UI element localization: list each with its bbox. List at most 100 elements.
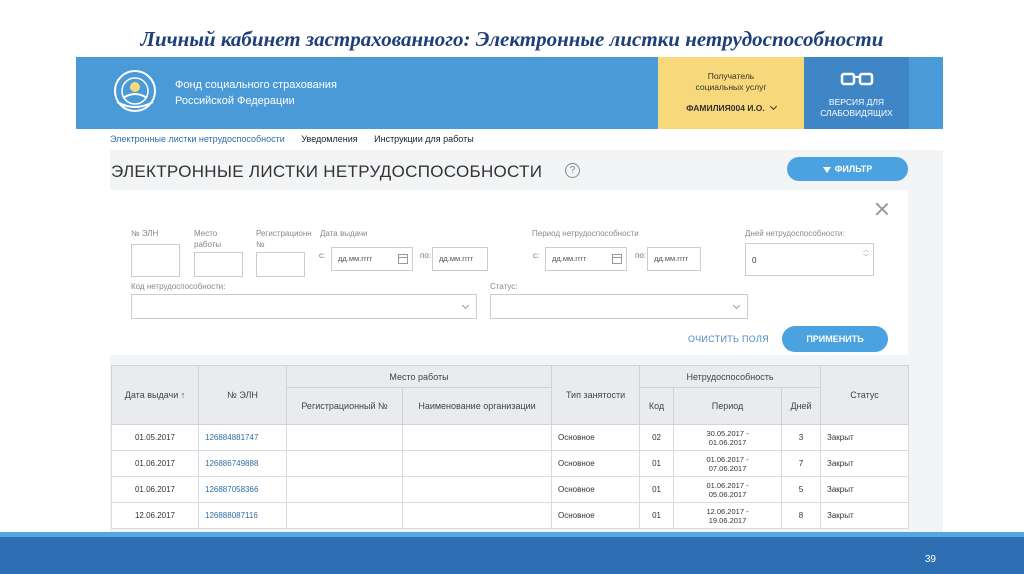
eln-link[interactable]: 126886749888 bbox=[205, 459, 258, 468]
reg-number-label-line2: № bbox=[256, 240, 265, 249]
chevron-down-icon bbox=[732, 301, 741, 310]
reg-number-label-line1: Регистрационн bbox=[256, 229, 312, 238]
cell-status: Закрыт bbox=[820, 424, 910, 451]
cell-period-to: 07.06.2017 bbox=[708, 463, 747, 473]
cell-org-name bbox=[401, 450, 553, 477]
code-label: Код нетрудоспособности: bbox=[131, 282, 226, 291]
org-name-line2: Российской Федерации bbox=[175, 95, 295, 107]
slide: Личный кабинет застрахованного: Электрон… bbox=[0, 0, 1024, 574]
cell-period-from: 01.06.2017 - bbox=[706, 480, 749, 490]
period-label: Период нетрудоспособности bbox=[532, 229, 639, 238]
clear-fields-button[interactable]: ОЧИСТИТЬ ПОЛЯ bbox=[688, 334, 769, 344]
user-name: ФАМИЛИЯ004 И.О. bbox=[686, 103, 765, 113]
nav-item-notifications[interactable]: Уведомления bbox=[301, 134, 357, 144]
page-number: 39 bbox=[924, 554, 936, 565]
site-header: Фонд социального страхования Российской … bbox=[76, 57, 943, 129]
issue-date-to-input[interactable]: дд.мм.гггг bbox=[432, 247, 488, 271]
cell-employment: Основное bbox=[551, 450, 641, 477]
cell-period-to: 05.06.2017 bbox=[708, 489, 747, 499]
cell-date: 01.06.2017 bbox=[111, 476, 199, 503]
cell-days: 3 bbox=[781, 424, 822, 451]
eln-label: № ЭЛН bbox=[131, 229, 159, 238]
cell-period-from: 12.06.2017 - bbox=[706, 506, 749, 516]
cell-period-from: 30.05.2017 - bbox=[706, 428, 749, 438]
table-row[interactable]: 12.06.2017 126888087116 Основное 01 12.0… bbox=[111, 502, 910, 529]
user-caption-line1: Получатель bbox=[707, 71, 755, 81]
cell-period-to: 01.06.2017 bbox=[708, 437, 747, 447]
page-title: ЭЛЕКТРОННЫЕ ЛИСТКИ НЕТРУДОСПОСОБНОСТИ bbox=[111, 162, 543, 181]
code-select[interactable] bbox=[131, 294, 477, 319]
issue-date-from-input[interactable]: дд.мм.гггг bbox=[331, 247, 413, 271]
close-icon[interactable] bbox=[875, 202, 889, 216]
period-from-input[interactable]: дд.мм.гггг bbox=[545, 247, 627, 271]
cell-code: 01 bbox=[639, 502, 675, 529]
col-header-date-label: Дата выдачи ↑ bbox=[124, 390, 186, 400]
status-select[interactable] bbox=[490, 294, 748, 319]
cell-period-to: 19.06.2017 bbox=[708, 515, 747, 525]
col-header-disability: Нетрудоспособность bbox=[639, 365, 822, 388]
filter-button[interactable]: ФИЛЬТР bbox=[787, 157, 908, 181]
cell-org-name bbox=[401, 502, 553, 529]
cell-reg-num bbox=[286, 476, 403, 503]
cell-employment: Основное bbox=[551, 424, 641, 451]
cell-period-from: 01.06.2017 - bbox=[706, 454, 749, 464]
table-row[interactable]: 01.06.2017 126886749888 Основное 01 01.0… bbox=[111, 450, 910, 477]
table-row[interactable]: 01.06.2017 126887058366 Основное 01 01.0… bbox=[111, 476, 910, 503]
eln-link[interactable]: 126887058366 bbox=[205, 485, 258, 494]
chevron-down-icon bbox=[769, 102, 777, 111]
reg-number-input[interactable] bbox=[256, 252, 305, 277]
cell-period: 12.06.2017 -19.06.2017 bbox=[673, 502, 783, 529]
workplace-label-line1: Место bbox=[194, 229, 218, 238]
cell-eln: 126888087116 bbox=[198, 502, 287, 529]
cell-reg-num bbox=[286, 502, 403, 529]
cell-code: 01 bbox=[639, 450, 675, 477]
cell-period: 30.05.2017 -01.06.2017 bbox=[673, 424, 783, 451]
apply-button[interactable]: ПРИМЕНИТЬ bbox=[782, 326, 888, 352]
low-vision-button[interactable]: ВЕРСИЯ ДЛЯ СЛАБОВИДЯЩИХ bbox=[804, 57, 909, 129]
col-header-reg-num: Регистрационный № bbox=[286, 387, 403, 425]
col-header-date[interactable]: Дата выдачи ↑ bbox=[111, 365, 199, 425]
cell-org-name bbox=[401, 476, 553, 503]
chevron-down-icon bbox=[461, 301, 470, 310]
stepper-icon[interactable]: ︿ ﹀ bbox=[863, 248, 869, 262]
col-header-org-name: Наименование организации bbox=[401, 387, 553, 425]
table-row[interactable]: 01.05.2017 126884881747 Основное 02 30.0… bbox=[111, 424, 910, 451]
slide-title: Личный кабинет застрахованного: Электрон… bbox=[140, 27, 884, 51]
col-header-eln: № ЭЛН bbox=[198, 365, 287, 425]
eln-link[interactable]: 126888087116 bbox=[205, 511, 258, 520]
nav-item-instructions[interactable]: Инструкции для работы bbox=[374, 134, 474, 144]
days-value: 0 bbox=[752, 256, 757, 265]
eln-link[interactable]: 126884881747 bbox=[205, 433, 258, 442]
days-input[interactable]: 0 ︿ ﹀ bbox=[745, 243, 874, 276]
cell-date: 01.05.2017 bbox=[111, 424, 199, 451]
funnel-icon bbox=[822, 167, 831, 173]
period-from-placeholder: дд.мм.гггг bbox=[552, 254, 587, 263]
calendar-icon[interactable] bbox=[398, 254, 408, 264]
cell-status: Закрыт bbox=[820, 450, 910, 477]
cell-eln: 126886749888 bbox=[198, 450, 287, 477]
org-name-line1: Фонд социального страхования bbox=[175, 79, 337, 91]
col-header-employment: Тип занятости bbox=[551, 365, 641, 425]
workplace-input[interactable] bbox=[194, 252, 243, 277]
calendar-icon[interactable] bbox=[612, 254, 622, 264]
help-icon[interactable]: ? bbox=[565, 163, 580, 178]
nav-bar: Электронные листки нетрудоспособности Ув… bbox=[110, 134, 488, 144]
org-name: Фонд социального страхования Российской … bbox=[175, 77, 337, 109]
cell-employment: Основное bbox=[551, 502, 641, 529]
cell-date: 12.06.2017 bbox=[111, 502, 199, 529]
eln-input[interactable] bbox=[131, 244, 180, 277]
fss-logo-icon bbox=[114, 70, 156, 112]
user-name-dropdown[interactable]: ФАМИЛИЯ004 И.О. bbox=[658, 102, 804, 113]
cell-reg-num bbox=[286, 424, 403, 451]
col-header-days: Дней bbox=[781, 387, 822, 425]
workplace-label: Место работы bbox=[194, 228, 221, 250]
cell-code: 01 bbox=[639, 476, 675, 503]
days-label: Дней нетрудоспособности: bbox=[745, 229, 845, 238]
cell-period: 01.06.2017 -07.06.2017 bbox=[673, 450, 783, 477]
user-menu[interactable]: Получатель социальных услуг ФАМИЛИЯ004 И… bbox=[658, 57, 804, 129]
col-header-status: Статус bbox=[820, 365, 910, 425]
issue-date-from-placeholder: дд.мм.гггг bbox=[338, 254, 373, 263]
nav-item-eln[interactable]: Электронные листки нетрудоспособности bbox=[110, 134, 285, 144]
period-to-input[interactable]: дд.мм.гггг bbox=[647, 247, 701, 271]
issue-date-to-label: по: bbox=[420, 251, 432, 260]
